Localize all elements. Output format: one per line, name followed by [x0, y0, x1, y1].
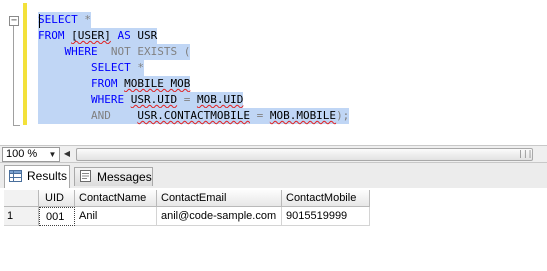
- code-line[interactable]: AND USR.CONTACTMOBILE = MOB.MOBILE);: [38, 108, 350, 124]
- code-line[interactable]: WHERE USR.UID = MOB.UID: [38, 92, 244, 108]
- scroll-grip-icon: |||: [518, 149, 533, 158]
- code-token: AS: [117, 29, 131, 42]
- tab-messages-label: Messages: [97, 170, 152, 184]
- results-tab-bar: Results Messages: [0, 163, 547, 189]
- code-token: FROM: [38, 29, 72, 42]
- selected-text: SELECT *: [38, 60, 144, 76]
- code-token: =: [177, 93, 197, 106]
- selected-text: FROM MOBILE MOB: [38, 76, 191, 92]
- collapse-toggle[interactable]: −: [9, 16, 19, 26]
- table-cell-contactmobile[interactable]: 9015519999: [282, 207, 370, 226]
- code-token: *: [77, 13, 91, 26]
- code-token: USR: [130, 29, 158, 42]
- code-token: FROM: [38, 77, 125, 90]
- selected-text: FROM [USER] AS USR: [38, 28, 158, 44]
- column-header-contactname[interactable]: ContactName: [75, 190, 157, 207]
- code-token: *: [130, 61, 144, 74]
- code-token: NOT EXISTS (: [97, 45, 191, 58]
- code-token: SELECT: [38, 61, 131, 74]
- horizontal-scroll-thumb[interactable]: [76, 148, 533, 161]
- code-line[interactable]: WHERE NOT EXISTS (: [38, 44, 191, 60]
- code-token: WHERE: [38, 45, 98, 58]
- tab-results-label: Results: [27, 169, 68, 183]
- row-number[interactable]: 1: [4, 207, 39, 226]
- zoom-value: 100 %: [6, 148, 38, 160]
- code-token: =: [249, 109, 270, 122]
- table-cell-uid[interactable]: 001: [39, 207, 75, 226]
- column-header-contactmobile[interactable]: ContactMobile: [282, 190, 370, 207]
- table-cell-contactemail[interactable]: anil@code-sample.com: [157, 207, 282, 226]
- code-token: MOBILE MOB: [124, 77, 191, 90]
- tab-results[interactable]: Results: [4, 165, 70, 188]
- outline-guide-line: [13, 26, 14, 126]
- code-line[interactable]: FROM [USER] AS USR: [38, 28, 158, 44]
- selected-text: WHERE NOT EXISTS (: [38, 44, 191, 60]
- code-line[interactable]: SELECT *: [38, 60, 144, 76]
- outline-guide-end: [13, 125, 20, 126]
- code-token: [USER]: [71, 29, 111, 42]
- query-editor[interactable]: − SELECT * FROM [USER] AS USR WHERE NOT E…: [0, 0, 547, 141]
- selected-text: AND USR.CONTACTMOBILE = MOB.MOBILE);: [38, 108, 350, 124]
- code-token: WHERE: [38, 93, 131, 106]
- results-grid: UID ContactName ContactEmail ContactMobi…: [0, 188, 547, 271]
- column-header-uid[interactable]: UID: [39, 190, 75, 207]
- selected-text: WHERE USR.UID = MOB.UID: [38, 92, 244, 108]
- column-header-contactemail[interactable]: ContactEmail: [157, 190, 282, 207]
- tab-messages[interactable]: Messages: [74, 167, 153, 186]
- code-line[interactable]: SELECT *: [38, 12, 91, 28]
- change-indicator-bar: [23, 3, 27, 125]
- table-cell-contactname[interactable]: Anil: [75, 207, 157, 226]
- text-cursor: [39, 14, 40, 28]
- code-token: USR.CONTACTMOBILE: [137, 109, 250, 122]
- zoom-dropdown[interactable]: 100 % ▼: [2, 147, 60, 162]
- code-token: MOB.UID: [196, 93, 244, 106]
- selected-text: SELECT *: [38, 12, 91, 28]
- messages-icon: [80, 170, 91, 182]
- code-token: SELECT: [38, 13, 78, 26]
- code-line[interactable]: FROM MOBILE MOB: [38, 76, 191, 92]
- code-token: );: [336, 109, 350, 122]
- editor-status-row: 100 % ▼ ◀ |||: [0, 145, 547, 163]
- row-header-corner[interactable]: [4, 190, 39, 207]
- code-token: AND: [38, 109, 111, 122]
- chevron-down-icon[interactable]: ▼: [46, 148, 59, 161]
- code-token: MOB.MOBILE: [269, 109, 337, 122]
- results-grid-icon: [9, 170, 22, 182]
- scroll-left-icon[interactable]: ◀: [60, 147, 74, 161]
- code-token: USR.UID: [130, 93, 178, 106]
